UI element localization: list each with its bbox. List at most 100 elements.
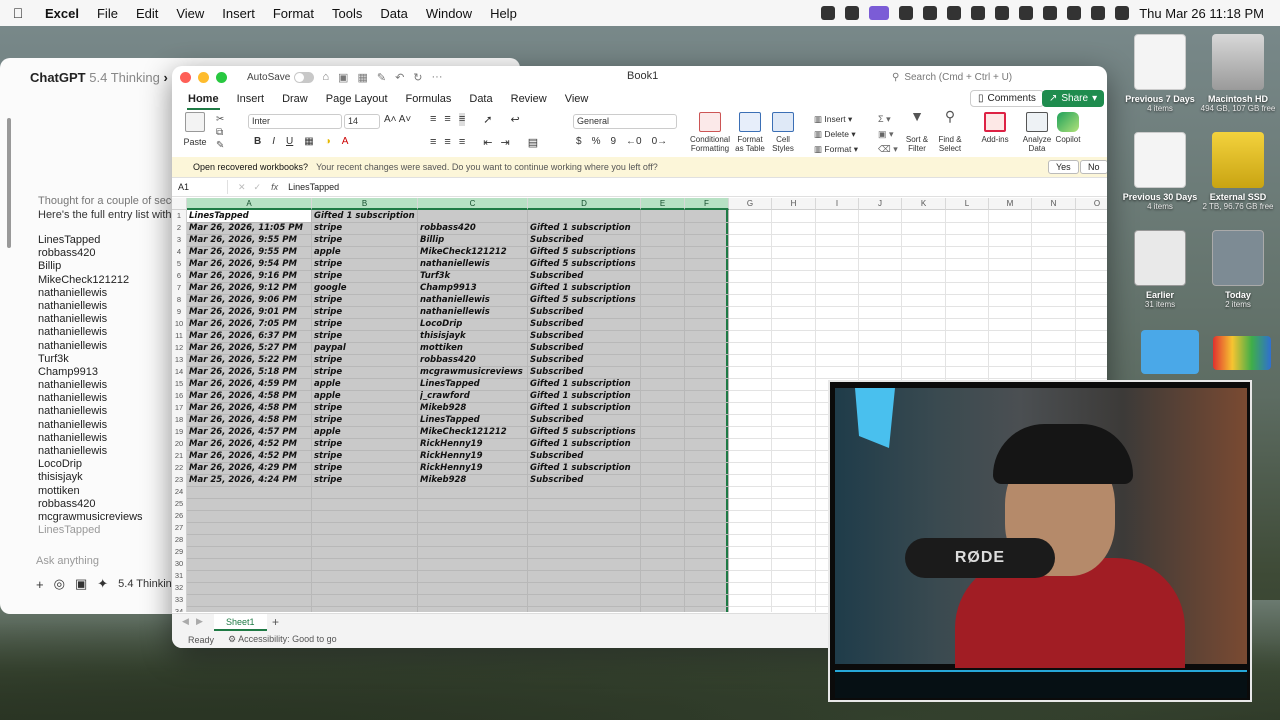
cell-styles-button[interactable]: Cell Styles [768,112,798,153]
table-cell[interactable]: stripe [314,414,416,426]
next-sheet-icon[interactable]: ▶ [196,616,203,627]
globe-icon[interactable]: ◎ [54,576,65,592]
align-right-icon[interactable]: ≡ [459,136,465,149]
save-icon[interactable]: ▣ [338,71,348,84]
row-header[interactable]: 19 [172,426,187,438]
table-cell[interactable]: stripe [314,462,416,474]
table-cell[interactable]: Mar 26, 2026, 9:54 PM [189,258,310,270]
control-center-icon[interactable] [1115,6,1130,20]
add-sheet-button[interactable]: + [272,615,279,629]
column-header-i[interactable]: I [816,198,859,210]
undo-icon[interactable]: ↶ [395,71,404,84]
table-cell[interactable]: stripe [314,234,416,246]
table-cell[interactable]: Gifted 5 subscriptions [530,294,639,306]
wifi-icon[interactable] [1067,6,1082,20]
cancel-icon[interactable]: ✕ [238,182,246,193]
add-icon[interactable]: + [36,577,44,592]
table-cell[interactable]: stripe [314,318,416,330]
row-header[interactable]: 33 [172,594,187,606]
row-header[interactable]: 16 [172,390,187,402]
table-cell[interactable]: Mar 26, 2026, 9:16 PM [189,270,310,282]
format-as-table-button[interactable]: Format as Table [734,112,766,153]
merge-center-icon[interactable]: ▤ [528,136,538,149]
italic-icon[interactable]: I [272,136,275,147]
table-cell[interactable]: Subscribed [530,330,639,342]
column-header-e[interactable]: E [641,198,685,210]
status-app-icon[interactable] [845,6,860,20]
borders-icon[interactable]: ▦ [304,136,313,147]
table-cell[interactable]: Mar 26, 2026, 7:05 PM [189,318,310,330]
font-color-icon[interactable]: A [342,136,349,147]
table-cell[interactable]: Subscribed [530,234,639,246]
table-cell[interactable]: Gifted 1 subscription [530,438,639,450]
table-cell[interactable]: Mar 26, 2026, 9:55 PM [189,234,310,246]
status-app-icon[interactable] [923,6,938,20]
autosum-icon[interactable]: Σ ▾ [878,112,898,127]
status-app-icon[interactable] [995,6,1010,20]
attach-icon[interactable]: ▣ [75,576,87,592]
table-cell[interactable]: Subscribed [530,414,639,426]
table-cell[interactable]: Mar 25, 2026, 4:24 PM [189,474,310,486]
column-header-h[interactable]: H [772,198,816,210]
table-cell[interactable]: Champ9913 [420,282,526,294]
accessibility-status[interactable]: ⚙ Accessibility: Good to go [228,634,337,645]
search-icon[interactable] [1091,6,1106,20]
table-cell[interactable]: stripe [314,450,416,462]
table-cell[interactable]: robbass420 [420,222,526,234]
desktop-drive-macintosh-hd[interactable]: Macintosh HD 494 GB, 107 GB free [1198,34,1278,113]
model-selector[interactable]: 5.4 Thinkin [118,578,172,590]
name-box[interactable]: A1 [172,180,228,194]
tab-insert[interactable]: Insert [228,89,274,109]
table-cell[interactable]: Mar 26, 2026, 9:55 PM [189,246,310,258]
menu-data[interactable]: Data [371,6,416,21]
table-cell[interactable]: stripe [314,438,416,450]
table-cell[interactable]: Mar 26, 2026, 4:58 PM [189,390,310,402]
font-size-select[interactable]: 14 [344,114,380,129]
align-middle-icon[interactable]: ≡ [444,113,450,126]
share-button[interactable]: ↗ Share ▾ [1042,90,1105,107]
notice-yes-button[interactable]: Yes [1048,160,1079,174]
play-icon[interactable] [971,6,986,20]
chat-scrollbar[interactable] [7,118,11,248]
table-cell[interactable]: stripe [314,294,416,306]
table-cell[interactable]: stripe [314,330,416,342]
status-app-icon[interactable] [899,6,914,20]
chat-model[interactable]: 5.4 Thinking [89,70,160,85]
focus-moon-icon[interactable] [947,6,962,20]
format-painter-icon[interactable]: ✎ [216,139,224,152]
table-cell[interactable]: Subscribed [530,342,639,354]
table-cell[interactable]: RickHenny19 [420,462,526,474]
table-cell[interactable]: stripe [314,270,416,282]
table-cell[interactable]: Gifted 5 subscriptions [530,246,639,258]
chat-input[interactable]: Ask anything [36,555,99,567]
menu-edit[interactable]: Edit [127,6,167,21]
menu-help[interactable]: Help [481,6,526,21]
row-header[interactable]: 5 [172,258,187,270]
table-cell[interactable]: RickHenny19 [420,438,526,450]
column-header-a[interactable]: A [187,198,312,210]
desktop-folder-earlier[interactable]: Earlier 31 items [1120,230,1200,309]
row-header[interactable]: 24 [172,486,187,498]
clear-icon[interactable]: ⌫ ▾ [878,142,898,157]
prev-sheet-icon[interactable]: ◀ [182,616,189,627]
status-app-icon[interactable] [821,6,836,20]
column-header-c[interactable]: C [418,198,528,210]
row-header[interactable]: 22 [172,462,187,474]
table-cell[interactable]: mcgrawmusicreviews [420,366,526,378]
table-cell[interactable]: stripe [314,402,416,414]
fill-color-icon[interactable]: ◑ [325,136,331,147]
home-icon[interactable]: ⌂ [322,71,329,84]
row-header[interactable]: 11 [172,330,187,342]
comma-icon[interactable]: 9 [610,136,616,147]
decrease-decimal-icon[interactable]: 0→ [652,136,668,147]
font-family-select[interactable]: Inter [248,114,342,129]
tab-home[interactable]: Home [179,89,228,110]
tab-formulas[interactable]: Formulas [397,89,461,109]
more-icon[interactable]: ··· [432,71,443,84]
tab-review[interactable]: Review [502,89,556,109]
menu-tools[interactable]: Tools [323,6,371,21]
print-icon[interactable]: ▦ [357,71,367,84]
table-cell[interactable]: apple [314,390,416,402]
increase-indent-icon[interactable]: ⇥ [500,136,509,149]
tools-icon[interactable]: ✦ [97,576,108,592]
